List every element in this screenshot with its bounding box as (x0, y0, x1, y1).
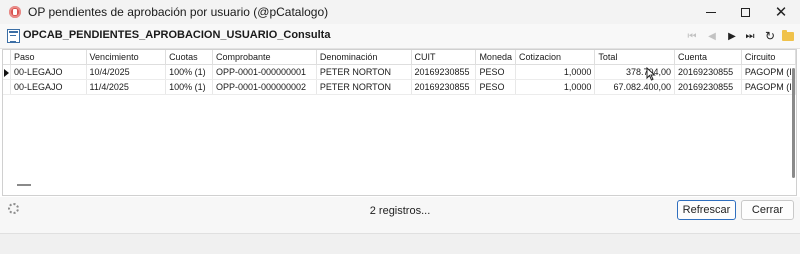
table-cell: PAGOPM (I (741, 79, 796, 95)
title-bar: OP pendientes de aprobación por usuario … (0, 0, 800, 24)
table-cell: PESO (475, 64, 516, 80)
column-header[interactable]: Cuotas (165, 50, 213, 65)
close-icon: ✕ (774, 3, 788, 21)
last-record-button[interactable]: ⏭ (742, 28, 758, 44)
results-table: Paso Vencimiento Cuotas Comprobante Deno… (3, 50, 796, 95)
table-cell: 20169230855 (674, 64, 742, 80)
prev-record-button[interactable]: ◀ (704, 28, 720, 44)
table-cell: 20169230855 (411, 64, 477, 80)
refresh-button[interactable]: Refrescar (677, 200, 736, 220)
column-header[interactable]: Cotizacion (515, 50, 596, 65)
column-header[interactable]: Paso (10, 50, 87, 65)
table-cell: 00-LEGAJO (10, 79, 87, 95)
table-cell: 00-LEGAJO (10, 64, 87, 80)
table-cell: 67.082.400,00 (594, 79, 676, 95)
minimize-button[interactable] (692, 0, 730, 24)
first-record-button[interactable]: ⏮ (684, 28, 700, 44)
prev-icon: ◀ (708, 30, 716, 42)
minimize-icon (706, 11, 716, 13)
horizontal-scrollbar[interactable] (17, 184, 31, 186)
form-icon (7, 29, 20, 43)
column-header[interactable]: CUIT (411, 50, 477, 65)
close-window-button[interactable]: ✕ (762, 0, 800, 24)
table-row[interactable]: 00-LEGAJO 10/4/2025 100% (1) OPP-0001-00… (3, 64, 796, 80)
table-cell: 1,0000 (515, 79, 596, 95)
column-header[interactable]: Comprobante (212, 50, 317, 65)
column-header[interactable]: Circuito (741, 50, 796, 65)
refresh-icon: ↻ (764, 29, 776, 43)
window-title: OP pendientes de aprobación por usuario … (28, 5, 329, 19)
table-cell: PAGOPM (I (741, 64, 796, 80)
table-cell: 20169230855 (674, 79, 742, 95)
maximize-button[interactable] (726, 0, 764, 24)
table-cell: 20169230855 (411, 79, 477, 95)
header-row: Paso Vencimiento Cuotas Comprobante Deno… (3, 50, 796, 65)
reload-button[interactable]: ↻ (762, 28, 778, 44)
form-footer: 2 registros... Refrescar Cerrar (0, 197, 800, 233)
vertical-scrollbar[interactable] (792, 68, 795, 178)
table-cell: 10/4/2025 (86, 64, 167, 80)
first-icon: ⏮ (687, 30, 697, 42)
table-cell: OPP-0001-000000002 (212, 79, 317, 95)
results-grid[interactable]: Paso Vencimiento Cuotas Comprobante Deno… (2, 49, 797, 196)
table-cell: 100% (1) (165, 79, 213, 95)
column-header[interactable]: Cuenta (674, 50, 742, 65)
current-row-icon (4, 68, 9, 77)
table-cell: OPP-0001-000000001 (212, 64, 317, 80)
table-cell: PETER NORTON (316, 64, 412, 80)
mouse-cursor-icon (646, 67, 656, 81)
row-selector[interactable] (3, 79, 12, 95)
column-header[interactable]: Vencimiento (86, 50, 167, 65)
next-icon: ▶ (728, 30, 736, 42)
table-cell: PESO (475, 79, 516, 95)
column-header[interactable]: Denominación (316, 50, 412, 65)
last-icon: ⏭ (745, 30, 755, 42)
column-header[interactable]: Moneda (475, 50, 516, 65)
table-cell: PETER NORTON (316, 79, 412, 95)
table-cell: 378.704,00 (594, 64, 676, 80)
row-selector-header (3, 50, 12, 65)
close-button[interactable]: Cerrar (741, 200, 794, 220)
form-title: OPCAB_PENDIENTES_APROBACION_USUARIO_Cons… (23, 29, 331, 41)
form-toolbar: OPCAB_PENDIENTES_APROBACION_USUARIO_Cons… (0, 24, 800, 49)
table-cell: 1,0000 (515, 64, 596, 80)
column-header[interactable]: Total (594, 50, 676, 65)
status-bar (0, 233, 800, 254)
app-icon (9, 6, 21, 18)
table-cell: 100% (1) (165, 64, 213, 80)
table-row[interactable]: 00-LEGAJO 11/4/2025 100% (1) OPP-0001-00… (3, 79, 796, 95)
maximize-icon (740, 7, 750, 17)
table-cell: 11/4/2025 (86, 79, 167, 95)
row-selector[interactable] (3, 64, 12, 80)
next-record-button[interactable]: ▶ (724, 28, 740, 44)
open-folder-button[interactable] (780, 28, 796, 44)
folder-icon (782, 29, 794, 41)
